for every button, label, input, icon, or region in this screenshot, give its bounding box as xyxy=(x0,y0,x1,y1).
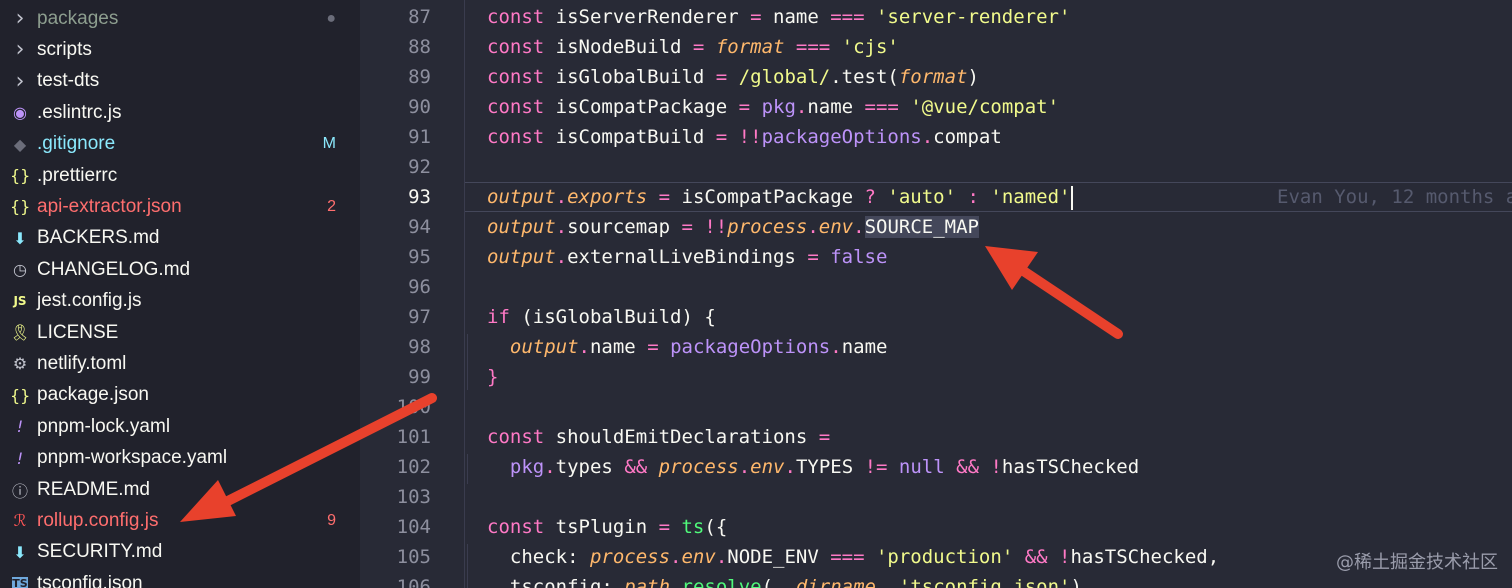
watermark: @稀土掘金技术社区 xyxy=(1336,552,1498,573)
arrow-to-source-map xyxy=(985,246,1123,339)
annotation-arrows xyxy=(180,246,1123,522)
arrow-to-rollup-config xyxy=(180,393,437,522)
